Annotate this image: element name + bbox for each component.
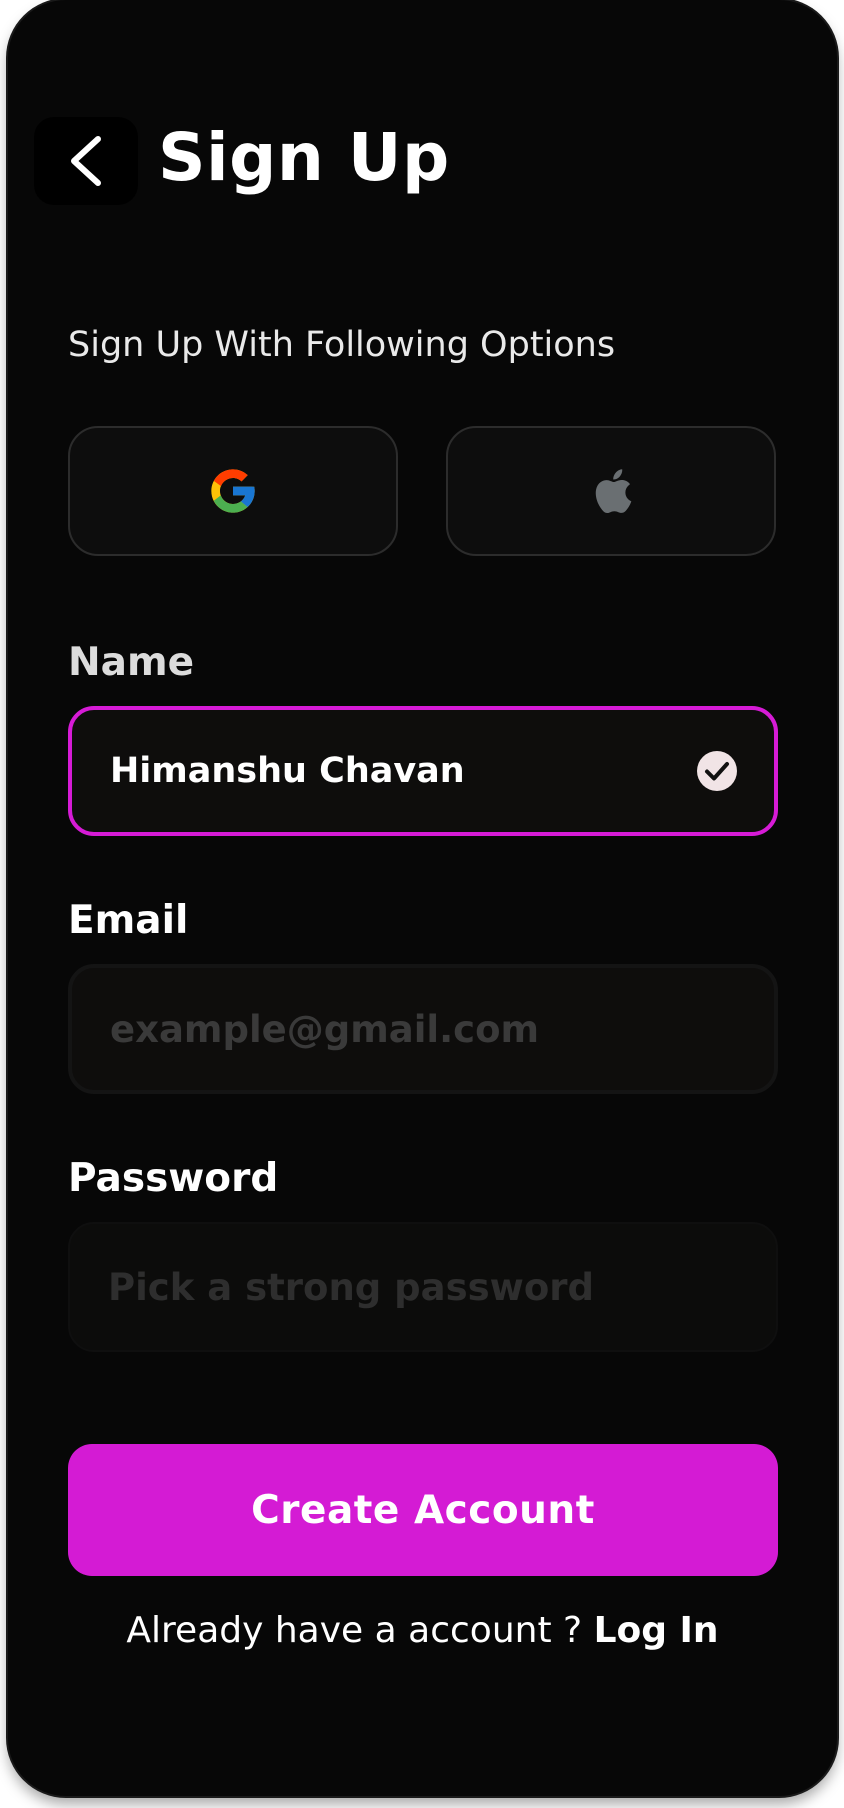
apple-icon xyxy=(595,469,632,514)
email-field[interactable] xyxy=(68,964,778,1094)
login-link[interactable]: Log In xyxy=(594,1610,719,1651)
check-circle-icon xyxy=(697,751,737,791)
signup-options-heading: Sign Up With Following Options xyxy=(68,325,616,365)
google-signup-button[interactable] xyxy=(68,426,398,556)
name-input[interactable] xyxy=(108,741,686,801)
name-label: Name xyxy=(68,640,195,685)
chevron-left-icon xyxy=(71,136,101,186)
email-input[interactable] xyxy=(108,999,738,1059)
login-prompt-text: Already have a account ? xyxy=(126,1610,594,1651)
name-field[interactable] xyxy=(68,706,778,836)
phone-screen: Sign Up Sign Up With Following Options N… xyxy=(8,0,837,1796)
google-icon xyxy=(211,469,255,513)
apple-signup-button[interactable] xyxy=(446,426,776,556)
create-account-button[interactable]: Create Account xyxy=(68,1444,778,1576)
page-title: Sign Up xyxy=(158,119,450,196)
password-input[interactable] xyxy=(106,1257,740,1317)
back-button[interactable] xyxy=(34,117,138,205)
login-prompt: Already have a account ? Log In xyxy=(8,1606,837,1656)
password-field[interactable] xyxy=(68,1222,778,1352)
email-label: Email xyxy=(68,898,189,943)
password-label: Password xyxy=(68,1156,279,1201)
